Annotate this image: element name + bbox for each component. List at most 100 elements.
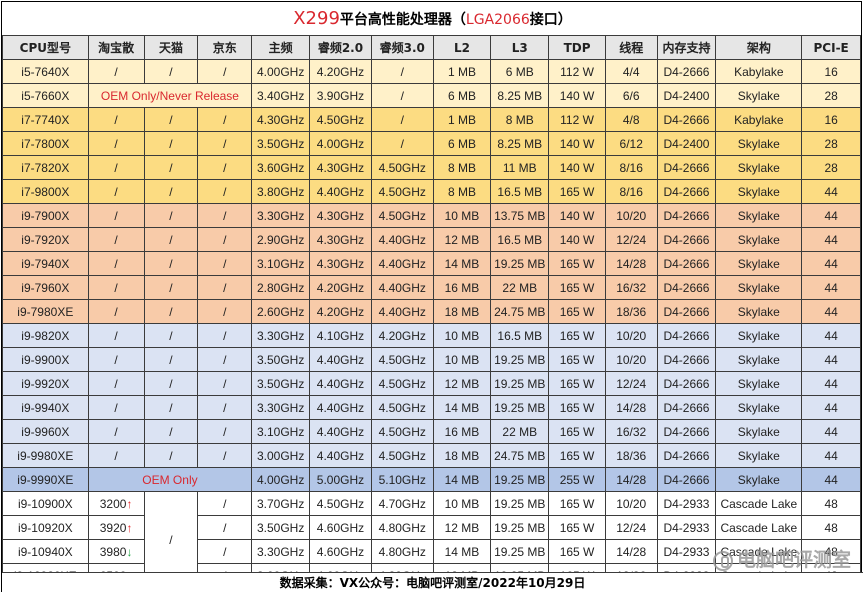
cell-taobao: / [87, 443, 145, 468]
cell-turbo-2: 3.90GHz [309, 83, 372, 108]
cell-jd: / [197, 131, 253, 156]
cell-cpu-model: i9-7920X [2, 227, 89, 252]
cell-pcie: 44 [801, 251, 861, 276]
cell-cpu-model: i5-7640X [2, 59, 89, 84]
cell-turbo-2: 4.20GHz [309, 275, 372, 300]
table-row: i9-9820X / //3.30GHz 4.10GHz 4.20GHz 10 MB 16.… [2, 323, 861, 348]
watermark-text: 电脑吧评测室 [736, 549, 851, 571]
cell-architecture: Skylake [715, 227, 803, 252]
cell-jd: / [197, 371, 253, 396]
table-row: i9-9960X / //3.10GHz 4.40GHz 4.50GHz 16 MB 22 … [2, 419, 861, 444]
cell-jd: / [197, 539, 253, 564]
table-row: i7-9800X / //3.80GHz 4.40GHz 4.50GHz 8 MB 16.5… [2, 179, 861, 204]
table-row: i9-7900X / //3.30GHz 4.30GHz 4.50GHz 10 MB 13.… [2, 203, 861, 228]
table-row: i9-9980XE / //3.00GHz 4.40GHz 4.50GHz 18 MB 24… [2, 443, 861, 468]
column-header: 睿频2.0 [309, 35, 372, 60]
cell-turbo-3: 5.10GHz [370, 467, 434, 492]
cell-memory: D4-2666 [656, 275, 717, 300]
cell-threads: 10/20 [604, 203, 658, 228]
cell-tdp: 165 W [548, 179, 606, 204]
cell-memory: D4-2666 [656, 59, 717, 84]
column-header: L2 [432, 35, 492, 60]
cell-tdp: 165 W [548, 275, 606, 300]
cell-architecture: Skylake [715, 371, 803, 396]
cell-base-clock: 4.00GHz [251, 467, 311, 492]
cell-architecture: Skylake [715, 131, 803, 156]
cell-pcie: 44 [801, 443, 861, 468]
table-row: i9-9940X / //3.30GHz 4.40GHz 4.50GHz 14 MB 19.… [2, 395, 861, 420]
cell-tmall: / [143, 323, 199, 348]
cell-turbo-2: 4.30GHz [309, 227, 372, 252]
cell-base-clock: 3.60GHz [251, 155, 311, 180]
cell-taobao: / [87, 59, 145, 84]
cell-turbo-2: 4.10GHz [309, 323, 372, 348]
cell-jd: / [197, 515, 253, 540]
table-row: i5-7640X / //4.00GHz 4.20GHz/1 MB 6 MB 112 W4… [2, 59, 861, 84]
cell-turbo-2: 4.30GHz [309, 155, 372, 180]
cell-architecture: Skylake [715, 419, 803, 444]
cell-tdp: 112 W [548, 107, 606, 132]
arrow-down-icon: ↓ [126, 544, 133, 559]
column-header: 架构 [715, 35, 803, 60]
title-desc: 平台高性能处理器（ [339, 12, 466, 28]
cell-memory: D4-2666 [656, 443, 717, 468]
cell-base-clock: 3.30GHz [251, 539, 311, 564]
cell-l2: 10 MB [432, 491, 492, 516]
cell-l3: 19.25 MB [490, 515, 550, 540]
cell-l2: 8 MB [432, 155, 492, 180]
cell-l2: 1 MB [432, 107, 492, 132]
watermark-logo-icon [712, 550, 733, 571]
arrow-up-icon: ↑ [126, 520, 133, 535]
cell-taobao: / [87, 419, 145, 444]
cell-pcie: 16 [801, 107, 861, 132]
cell-turbo-2: 4.20GHz [309, 299, 372, 324]
cell-turbo-2: 5.00GHz [309, 467, 372, 492]
cell-tmall: / [143, 131, 199, 156]
cell-l3: 19.25 MB [490, 539, 550, 564]
cell-pcie: 28 [801, 83, 861, 108]
cell-architecture: Cascade Lake [715, 515, 803, 540]
cell-taobao-price: 3980↓ [87, 539, 145, 564]
cell-l2: 12 MB [432, 515, 492, 540]
cell-turbo-3: 4.50GHz [370, 155, 434, 180]
cell-turbo-3: 4.70GHz [370, 491, 434, 516]
cell-turbo-3: 4.40GHz [370, 251, 434, 276]
cell-l3: 22 MB [490, 419, 550, 444]
title-platform: X299 [293, 8, 340, 29]
header-row: CPU型号 淘宝散 天猫 京东 主频 睿频2.0 睿频3.0 L2 L3 TDP 线程 内存支持 架构 P… [2, 35, 861, 60]
cell-turbo-2: 4.60GHz [309, 515, 372, 540]
cell-threads: 8/16 [604, 155, 658, 180]
cell-memory: D4-2666 [656, 323, 717, 348]
cell-architecture: Skylake [715, 203, 803, 228]
cell-cpu-model: i9-7960X [2, 275, 89, 300]
table-row: i7-7800X / //3.50GHz 4.00GHz/6 MB 8.25 MB 140… [2, 131, 861, 156]
cell-architecture: Skylake [715, 299, 803, 324]
cell-threads: 18/36 [604, 299, 658, 324]
cell-memory: D4-2400 [656, 83, 717, 108]
cell-threads: 10/20 [604, 347, 658, 372]
cell-memory: D4-2666 [656, 371, 717, 396]
cell-turbo-3: 4.50GHz [370, 203, 434, 228]
cell-l2: 16 MB [432, 275, 492, 300]
cell-l2: 16 MB [432, 419, 492, 444]
cell-tdp: 140 W [548, 131, 606, 156]
cell-l3: 24.75 MB [490, 299, 550, 324]
cell-architecture: Skylake [715, 83, 803, 108]
cell-taobao: / [87, 371, 145, 396]
cell-memory: D4-2666 [656, 227, 717, 252]
cell-jd: / [197, 59, 253, 84]
cell-jd: / [197, 251, 253, 276]
cell-threads: 8/16 [604, 179, 658, 204]
cell-jd: / [197, 443, 253, 468]
table-row: i9-7960X / //2.80GHz 4.20GHz 4.40GHz 16 MB 22 … [2, 275, 861, 300]
cell-l2: 12 MB [432, 227, 492, 252]
cell-cpu-model: i9-9960X [2, 419, 89, 444]
cell-turbo-2: 4.50GHz [309, 491, 372, 516]
cell-turbo-2: 4.40GHz [309, 347, 372, 372]
cell-architecture: Skylake [715, 179, 803, 204]
cell-cpu-model: i9-10900X [2, 491, 89, 516]
cell-tmall: / [143, 227, 199, 252]
column-header: L3 [490, 35, 550, 60]
cell-turbo-3: / [370, 131, 434, 156]
cell-l3: 19.25 MB [490, 491, 550, 516]
